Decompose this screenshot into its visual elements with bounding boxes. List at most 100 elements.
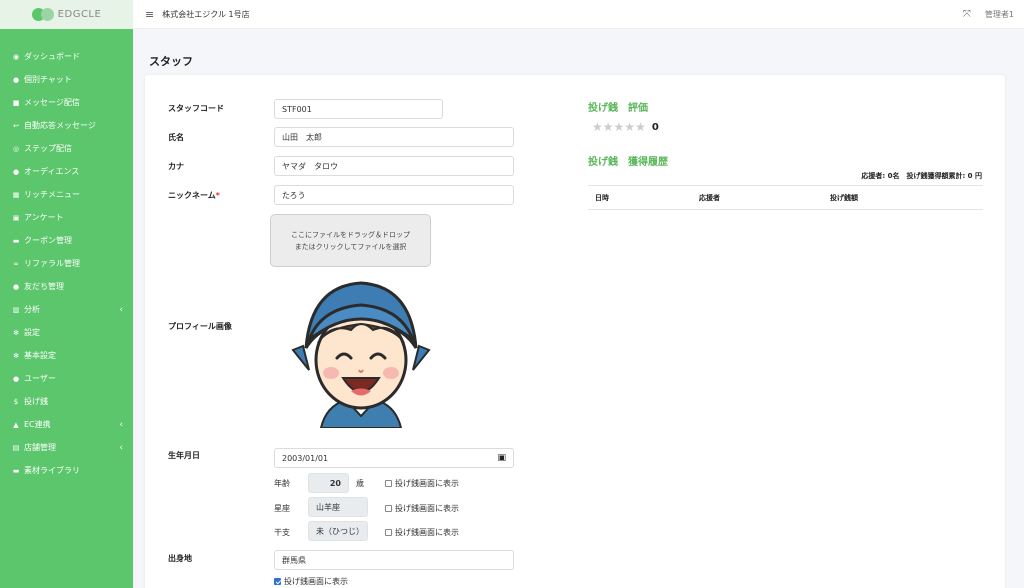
sidebar-item-13[interactable]: ✻ 基本設定 bbox=[0, 344, 133, 367]
history-title: 投げ銭 獲得履歴 bbox=[588, 157, 668, 168]
staff-card: スタッフコード STF001 氏名 山田 太郎 カナ ヤマダ タロウ ニックネー… bbox=[145, 75, 1005, 588]
nickname-label-text: ニックネーム bbox=[168, 191, 216, 200]
sidebar-item-6[interactable]: ▦ リッチメニュー bbox=[0, 183, 133, 206]
birthplace-checkbox-label: 投げ銭画面に表示 bbox=[284, 577, 348, 586]
chevron-left-icon: ‹ bbox=[119, 304, 123, 315]
col-amount: 投げ銭額 bbox=[830, 193, 858, 202]
coupon-icon: ▬ bbox=[12, 236, 20, 245]
folder-icon: ▬ bbox=[12, 466, 20, 475]
hamburger-menu-icon[interactable]: ≡ bbox=[145, 8, 154, 21]
sidebar-item-15[interactable]: $ 投げ銭 bbox=[0, 390, 133, 413]
sidebar-nav: ◉ ダッシュボード ● 個別チャット ■ メッセージ配信 ↩ 自動応答メッセージ ◎ ステップ配信… bbox=[0, 29, 133, 482]
dollar-icon: $ bbox=[13, 397, 19, 406]
rating-stars: ★ ★ ★ ★ ★ 0 bbox=[592, 121, 659, 133]
zodiac-field: 山羊座 bbox=[308, 497, 368, 517]
history-summary: 応援者: 0名 投げ銭獲得額累計: 0 円 bbox=[861, 172, 982, 180]
image-dropzone[interactable]: ここにファイルをドラッグ＆ドロップ またはクリックしてファイルを選択 bbox=[270, 214, 431, 267]
chevron-left-icon: ‹ bbox=[119, 419, 123, 430]
sidebar-item-label: 素材ライブラリ bbox=[24, 466, 80, 475]
dashboard-icon: ◉ bbox=[12, 52, 20, 61]
sidebar-item-label: 友だち管理 bbox=[24, 282, 64, 291]
birthday-value: 2003/01/01 bbox=[282, 453, 329, 463]
message-icon: ■ bbox=[12, 98, 20, 107]
logo-icon bbox=[31, 8, 54, 21]
sidebar-item-label: 基本設定 bbox=[24, 351, 56, 360]
sidebar-item-4[interactable]: ◎ ステップ配信 bbox=[0, 137, 133, 160]
zodiac-checkbox-box[interactable] bbox=[385, 505, 392, 512]
sidebar-item-label: 投げ銭 bbox=[24, 397, 48, 406]
star-icon: ★ bbox=[613, 120, 625, 134]
sidebar-item-16[interactable]: ▲ EC連携 ‹ bbox=[0, 413, 133, 436]
shop-icon: ▲ bbox=[13, 420, 19, 429]
sidebar-item-label: オーディエンス bbox=[24, 167, 80, 176]
name-field[interactable]: 山田 太郎 bbox=[274, 127, 514, 147]
audience-icon: ● bbox=[12, 167, 20, 176]
birthplace-field[interactable]: 群馬県 bbox=[274, 550, 514, 570]
sidebar-item-label: リファラル管理 bbox=[24, 259, 80, 268]
eto-checkbox-box[interactable] bbox=[385, 529, 392, 536]
history-table: 日時 応援者 投げ銭額 bbox=[588, 185, 983, 210]
sidebar-item-label: 設定 bbox=[24, 328, 40, 337]
sidebar-item-label: 個別チャット bbox=[24, 75, 72, 84]
sidebar-item-11[interactable]: ▥ 分析 ‹ bbox=[0, 298, 133, 321]
sidebar-item-label: ユーザー bbox=[24, 374, 56, 383]
sidebar-item-9[interactable]: ∞ リファラル管理 bbox=[0, 252, 133, 275]
sidebar-item-7[interactable]: ▣ アンケート bbox=[0, 206, 133, 229]
sidebar-item-17[interactable]: ▤ 店舗管理 ‹ bbox=[0, 436, 133, 459]
kana-label: カナ bbox=[168, 162, 184, 171]
birthplace-label: 出身地 bbox=[168, 554, 192, 563]
rating-value: 0 bbox=[651, 121, 659, 133]
brand-logo[interactable]: EDGCLE bbox=[0, 0, 133, 29]
fullscreen-icon[interactable]: ⤧ bbox=[963, 9, 971, 20]
store-name: 株式会社エジクル 1号店 bbox=[162, 9, 250, 19]
step-icon: ◎ bbox=[12, 144, 20, 153]
survey-icon: ▣ bbox=[12, 213, 20, 222]
birthplace-show-checkbox[interactable]: 投げ銭画面に表示 bbox=[274, 576, 348, 587]
profile-image-label: プロフィール画像 bbox=[168, 322, 232, 331]
eto-show-checkbox[interactable]: 投げ銭画面に表示 bbox=[385, 527, 459, 538]
eto-field: 未（ひつじ） bbox=[308, 521, 368, 541]
birthplace-checkbox-box[interactable] bbox=[274, 578, 281, 585]
sidebar-item-2[interactable]: ■ メッセージ配信 bbox=[0, 91, 133, 114]
sidebar-item-0[interactable]: ◉ ダッシュボード bbox=[0, 45, 133, 68]
sidebar-item-1[interactable]: ● 個別チャット bbox=[0, 68, 133, 91]
zodiac-show-checkbox[interactable]: 投げ銭画面に表示 bbox=[385, 503, 459, 514]
reply-icon: ↩ bbox=[13, 121, 19, 130]
col-datetime: 日時 bbox=[595, 193, 609, 202]
sidebar-item-label: メッセージ配信 bbox=[24, 98, 80, 107]
admin-user-menu[interactable]: 管理者1 bbox=[985, 9, 1014, 20]
profile-avatar-image bbox=[291, 281, 431, 428]
eto-checkbox-label: 投げ銭画面に表示 bbox=[395, 528, 459, 537]
sidebar-item-10[interactable]: ● 友だち管理 bbox=[0, 275, 133, 298]
nickname-field[interactable]: たろう bbox=[274, 185, 514, 205]
rich-menu-icon: ▦ bbox=[12, 190, 20, 199]
sidebar-item-12[interactable]: ✻ 設定 bbox=[0, 321, 133, 344]
sidebar-item-5[interactable]: ● オーディエンス bbox=[0, 160, 133, 183]
user-icon: ● bbox=[12, 374, 20, 383]
birthday-date-field[interactable]: 2003/01/01 ▣ bbox=[274, 448, 514, 468]
sidebar-item-18[interactable]: ▬ 素材ライブラリ bbox=[0, 459, 133, 482]
sidebar-item-14[interactable]: ● ユーザー bbox=[0, 367, 133, 390]
staff-code-label: スタッフコード bbox=[168, 104, 224, 113]
sidebar-item-label: 分析 bbox=[24, 305, 40, 314]
calendar-icon[interactable]: ▣ bbox=[497, 453, 506, 463]
zodiac-label: 星座 bbox=[274, 504, 290, 513]
sidebar-item-8[interactable]: ▬ クーポン管理 bbox=[0, 229, 133, 252]
star-icon: ★ bbox=[602, 120, 614, 134]
name-label: 氏名 bbox=[168, 133, 184, 142]
required-mark: * bbox=[215, 191, 220, 200]
analytics-icon: ▥ bbox=[12, 305, 20, 314]
eto-label: 干支 bbox=[274, 528, 290, 537]
friends-icon: ● bbox=[12, 282, 20, 291]
sidebar-item-label: 店舗管理 bbox=[24, 443, 56, 452]
sidebar-item-3[interactable]: ↩ 自動応答メッセージ bbox=[0, 114, 133, 137]
gear-icon: ✻ bbox=[13, 328, 19, 337]
sidebar-item-label: アンケート bbox=[24, 213, 64, 222]
page-title: スタッフ bbox=[149, 55, 193, 68]
star-icon: ★ bbox=[592, 120, 603, 134]
kana-field[interactable]: ヤマダ タロウ bbox=[274, 156, 514, 176]
staff-code-field[interactable]: STF001 bbox=[274, 99, 443, 119]
age-label: 年齢 bbox=[274, 479, 290, 488]
age-show-checkbox[interactable]: 投げ銭画面に表示 bbox=[385, 478, 459, 489]
age-checkbox-box[interactable] bbox=[385, 480, 392, 487]
